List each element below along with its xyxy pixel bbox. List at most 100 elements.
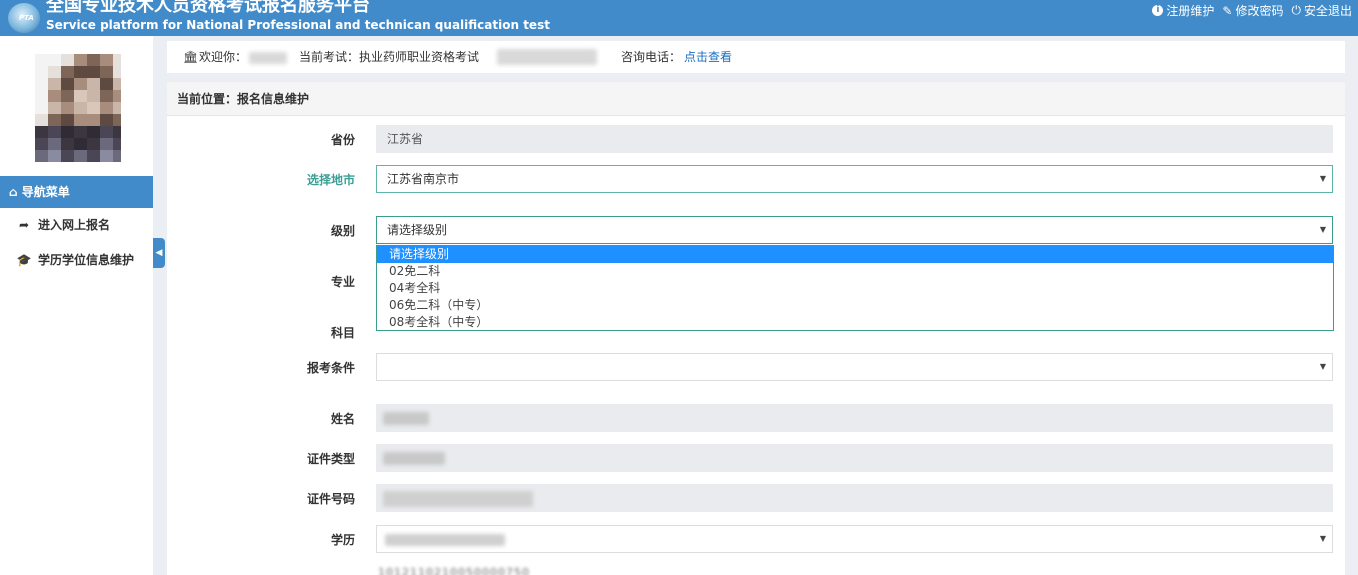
avatar-mosaic-cell <box>61 138 74 150</box>
avatar-mosaic-cell <box>87 126 100 138</box>
name-label: 姓名 <box>330 412 355 426</box>
province-label: 省份 <box>330 133 355 147</box>
avatar-mosaic-cell <box>48 150 61 162</box>
sidebar-item-education-info[interactable]: 🎓 学历学位信息维护 <box>0 244 153 276</box>
avatar-mosaic-cell <box>113 90 121 102</box>
user-info-bar: 🏛 欢迎你： 当前考试：执业药师职业资格考试 咨询电话： 点击查看 <box>167 41 1345 73</box>
logout-link[interactable]: ⏻ 安全退出 <box>1291 2 1352 19</box>
avatar-mosaic-cell <box>113 114 121 126</box>
info-icon: i <box>1152 5 1164 16</box>
city-label: 选择地市 <box>306 173 355 187</box>
avatar-mosaic-cell <box>74 78 87 90</box>
education-select[interactable]: ▼ <box>376 525 1333 553</box>
avatar-mosaic-cell <box>74 126 87 138</box>
avatar-mosaic-cell <box>61 102 74 114</box>
avatar-mosaic-cell <box>35 150 48 162</box>
dropdown-caret-icon: ▼ <box>1319 174 1326 183</box>
dropdown-caret-icon: ▼ <box>1319 225 1326 234</box>
level-select[interactable]: 请选择级别 ▼ <box>376 216 1333 244</box>
dropdown-caret-icon: ▼ <box>1319 534 1326 543</box>
exam-detail-redacted <box>497 49 597 65</box>
avatar-mosaic-cell <box>87 114 100 126</box>
avatar-mosaic-cell <box>48 90 61 102</box>
avatar-mosaic-cell <box>61 54 74 66</box>
level-option[interactable]: 请选择级别 <box>377 246 1333 263</box>
avatar-mosaic-cell <box>113 78 121 90</box>
pta-logo: PTA <box>8 3 40 33</box>
avatar-mosaic-cell <box>100 102 113 114</box>
header-links: i 注册维护 ✎ 修改密码 ⏻ 安全退出 <box>1152 2 1352 19</box>
current-exam-label: 当前考试：执业药师职业资格考试 <box>299 50 480 64</box>
avatar-mosaic-cell <box>61 90 74 102</box>
id-type-redacted <box>383 452 445 465</box>
name-field <box>376 404 1333 432</box>
avatar-mosaic-cell <box>113 138 121 150</box>
avatar-mosaic-cell <box>48 66 61 78</box>
id-number-field <box>376 484 1333 512</box>
avatar-mosaic-cell <box>74 150 87 162</box>
top-header: PTA 全国专业技术人员资格考试报名服务平台 Service platform … <box>0 0 1358 36</box>
condition-label: 报考条件 <box>306 361 355 375</box>
avatar-mosaic-cell <box>74 138 87 150</box>
site-subtitle: Service platform for National Profession… <box>46 18 550 32</box>
sidebar: ⌂ 导航菜单 ➦ 进入网上报名 🎓 学历学位信息维护 <box>0 36 153 575</box>
site-title: 全国专业技术人员资格考试报名服务平台 <box>46 0 370 16</box>
change-password-link[interactable]: ✎ 修改密码 <box>1222 2 1283 19</box>
avatar-mosaic-cell <box>100 66 113 78</box>
level-label: 级别 <box>330 224 355 238</box>
name-redacted <box>383 412 429 425</box>
avatar-mosaic-cell <box>74 66 87 78</box>
avatar-mosaic-cell <box>87 54 100 66</box>
avatar-mosaic-cell <box>87 138 100 150</box>
avatar-mosaic-cell <box>35 54 48 66</box>
avatar-mosaic-cell <box>113 126 121 138</box>
level-option[interactable]: 04考全科 <box>377 280 1333 297</box>
level-option[interactable]: 08考全科（中专） <box>377 314 1333 331</box>
bank-icon: 🏛 <box>183 50 199 64</box>
condition-select[interactable]: ▼ <box>376 353 1333 381</box>
avatar-mosaic-cell <box>48 78 61 90</box>
avatar-mosaic-cell <box>35 114 48 126</box>
breadcrumb: 当前位置：报名信息维护 <box>167 82 1345 116</box>
sidebar-item-online-registration[interactable]: ➦ 进入网上报名 <box>0 209 153 241</box>
subject-label: 科目 <box>330 326 355 340</box>
avatar-mosaic-cell <box>113 150 121 162</box>
avatar-mosaic-cell <box>61 66 74 78</box>
sidebar-collapse-toggle[interactable]: ◀ <box>153 238 165 268</box>
avatar-mosaic-cell <box>87 66 100 78</box>
province-field: 江苏省 <box>376 125 1333 153</box>
avatar-mosaic-cell <box>113 102 121 114</box>
user-avatar <box>35 54 121 162</box>
nav-menu-header[interactable]: ⌂ 导航菜单 <box>0 176 153 208</box>
avatar-mosaic-cell <box>100 114 113 126</box>
avatar-mosaic-cell <box>100 138 113 150</box>
view-phone-link[interactable]: 点击查看 <box>684 41 732 73</box>
avatar-mosaic-cell <box>61 78 74 90</box>
avatar-mosaic-cell <box>100 78 113 90</box>
avatar-mosaic-cell <box>74 114 87 126</box>
avatar-mosaic-cell <box>74 102 87 114</box>
level-option[interactable]: 06免二科（中专） <box>377 297 1333 314</box>
avatar-mosaic-cell <box>35 66 48 78</box>
partial-number-text: 1012110210050000750 <box>378 566 530 575</box>
register-maintain-link[interactable]: i 注册维护 <box>1152 2 1214 19</box>
education-label: 学历 <box>330 533 355 547</box>
level-option[interactable]: 02免二科 <box>377 263 1333 280</box>
avatar-mosaic-cell <box>48 138 61 150</box>
avatar-mosaic-cell <box>100 90 113 102</box>
user-name-redacted <box>249 52 287 64</box>
id-number-label: 证件号码 <box>306 492 355 506</box>
city-select[interactable]: 江苏省南京市 ▼ <box>376 165 1333 193</box>
welcome-label: 欢迎你： <box>199 50 248 64</box>
avatar-mosaic-cell <box>113 66 121 78</box>
chevron-left-icon: ◀ <box>155 248 163 258</box>
edit-icon: ✎ <box>1222 3 1233 18</box>
avatar-mosaic-cell <box>74 90 87 102</box>
avatar-mosaic-cell <box>48 126 61 138</box>
dropdown-caret-icon: ▼ <box>1319 362 1326 371</box>
avatar-mosaic-cell <box>35 102 48 114</box>
share-arrow-icon: ➦ <box>18 218 30 232</box>
avatar-mosaic-cell <box>48 54 61 66</box>
major-label: 专业 <box>330 275 355 289</box>
avatar-mosaic-cell <box>100 54 113 66</box>
